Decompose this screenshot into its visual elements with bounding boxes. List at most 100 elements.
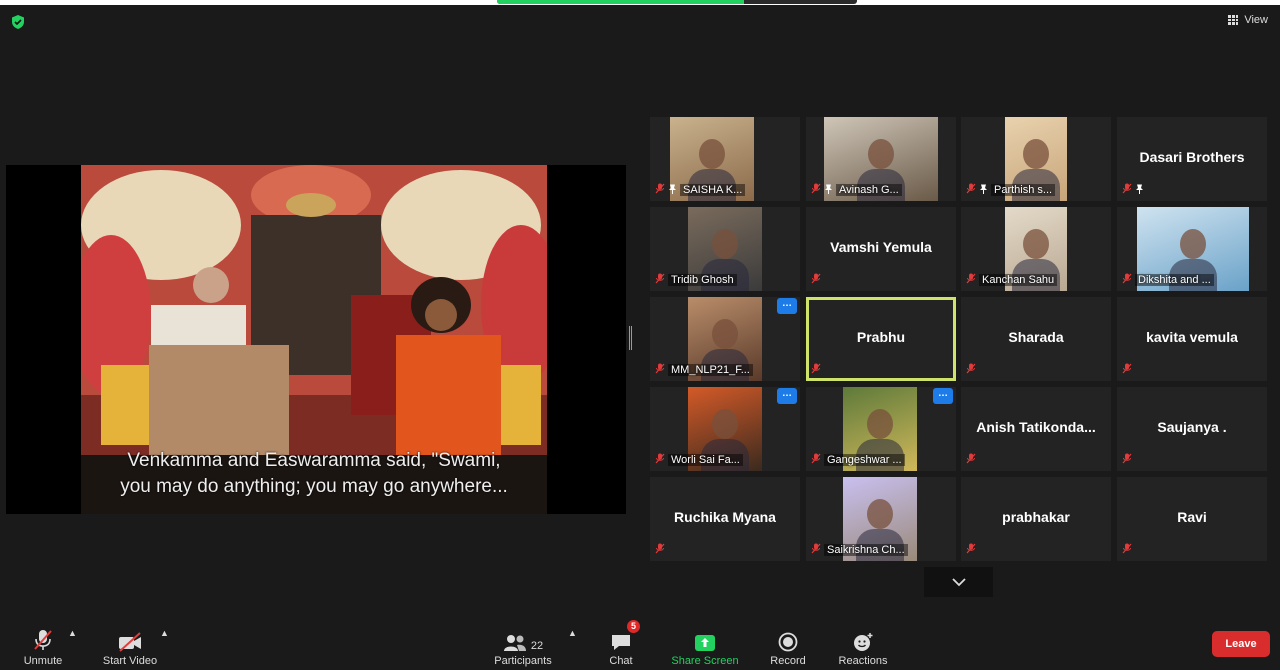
mic-off-icon: [655, 363, 665, 377]
participant-name-label: Tridib Ghosh: [668, 274, 737, 286]
participant-tile[interactable]: Avinash G...: [806, 117, 956, 201]
chevron-down-icon: [951, 577, 966, 586]
participant-face: [867, 409, 893, 439]
participant-tile[interactable]: Saikrishna Ch...: [806, 477, 956, 561]
participant-display-name: Saujanya .: [1157, 419, 1227, 435]
participant-name-label: Dikshita and ...: [1135, 274, 1214, 286]
mic-off-icon: [1122, 453, 1132, 467]
participant-tile[interactable]: Tridib Ghosh: [650, 207, 800, 291]
pin-icon: [668, 184, 677, 197]
participant-status-bar: [655, 543, 665, 557]
participant-name-label: Parthish s...: [991, 184, 1056, 196]
participants-options-caret[interactable]: ▲: [568, 628, 577, 638]
participant-face: [712, 319, 738, 349]
gallery-next-page-button[interactable]: [924, 567, 993, 597]
participant-display-name: Sharada: [1008, 329, 1064, 345]
participants-count: 22: [530, 640, 544, 652]
mic-off-icon: [811, 363, 821, 377]
mic-off-icon: [811, 543, 821, 557]
mic-off-icon: [966, 183, 976, 197]
participant-status-bar: [1122, 183, 1144, 197]
more-icon[interactable]: …: [777, 388, 797, 404]
participant-tile[interactable]: Ravi: [1117, 477, 1267, 561]
participant-tile[interactable]: Kanchan Sahu: [961, 207, 1111, 291]
participant-status-bar: [811, 363, 821, 377]
participant-status-bar: Avinash G...: [811, 183, 902, 197]
start-video-button[interactable]: Start Video: [90, 622, 170, 667]
participant-display-name: Vamshi Yemula: [830, 239, 932, 255]
participant-face: [1023, 229, 1049, 259]
mic-off-icon: [811, 273, 821, 287]
participant-name-label: MM_NLP21_F...: [668, 364, 753, 376]
participant-tile[interactable]: Prabhu: [806, 297, 956, 381]
mic-off-icon: [1122, 543, 1132, 557]
participant-status-bar: SAISHA K...: [655, 183, 746, 197]
reactions-button[interactable]: Reactions: [823, 622, 903, 667]
participant-tile[interactable]: Dikshita and ...: [1117, 207, 1267, 291]
record-button[interactable]: Record: [748, 622, 828, 667]
mic-off-icon: [966, 273, 976, 287]
video-subtitle: Venkamma and Easwaramma said, "Swami, yo…: [81, 448, 547, 500]
leave-button[interactable]: Leave: [1212, 631, 1270, 657]
participant-tile[interactable]: Ruchika Myana: [650, 477, 800, 561]
participant-tile[interactable]: Parthish s...: [961, 117, 1111, 201]
chat-label: Chat: [609, 655, 633, 667]
participant-display-name: kavita vemula: [1146, 329, 1238, 345]
participant-tile[interactable]: SAISHA K...: [650, 117, 800, 201]
mic-off-icon: [1122, 363, 1132, 377]
participant-tile[interactable]: kavita vemula: [1117, 297, 1267, 381]
participant-tile[interactable]: Worli Sai Fa...…: [650, 387, 800, 471]
start-video-label: Start Video: [102, 655, 158, 667]
participant-face: [1180, 229, 1206, 259]
participant-status-bar: Tridib Ghosh: [655, 273, 737, 287]
participant-display-name: prabhakar: [1002, 509, 1070, 525]
pin-icon: [824, 184, 833, 197]
shared-screen[interactable]: Venkamma and Easwaramma said, "Swami, yo…: [6, 165, 626, 514]
participant-tile[interactable]: Vamshi Yemula: [806, 207, 956, 291]
participant-status-bar: [966, 543, 976, 557]
participant-tile[interactable]: Anish Tatikonda...: [961, 387, 1111, 471]
view-label: View: [1244, 14, 1268, 26]
reactions-icon: [854, 633, 873, 651]
participant-name-label: Avinash G...: [836, 184, 902, 196]
participant-status-bar: [1122, 453, 1132, 467]
shield-icon[interactable]: [10, 14, 26, 30]
participant-status-bar: Dikshita and ...: [1122, 273, 1214, 287]
mic-off-icon: [966, 453, 976, 467]
chat-button[interactable]: 5 Chat: [581, 620, 661, 667]
participant-face: [867, 499, 893, 529]
participant-name-label: Gangeshwar ...: [824, 454, 905, 466]
mic-off-icon: [655, 183, 665, 197]
participant-display-name: Prabhu: [856, 329, 906, 345]
mic-off-icon: [1122, 273, 1132, 287]
participants-button[interactable]: 22 Participants: [483, 622, 563, 667]
view-button[interactable]: View: [1228, 14, 1268, 26]
participant-display-name: Dasari Brothers: [1139, 149, 1245, 165]
video-options-caret[interactable]: ▲: [160, 628, 169, 638]
participant-status-bar: MM_NLP21_F...: [655, 363, 753, 377]
participant-name-label: Saikrishna Ch...: [824, 544, 908, 556]
video-off-icon: [119, 632, 141, 652]
participant-tile[interactable]: prabhakar: [961, 477, 1111, 561]
share-screen-button[interactable]: Share Screen: [665, 622, 745, 667]
participant-status-bar: [811, 273, 821, 287]
shared-video-frame: Venkamma and Easwaramma said, "Swami, yo…: [81, 165, 547, 514]
participant-status-bar: Kanchan Sahu: [966, 273, 1058, 287]
participant-status-bar: Saikrishna Ch...: [811, 543, 908, 557]
participant-tile[interactable]: Gangeshwar ... …: [806, 387, 956, 471]
audio-options-caret[interactable]: ▲: [68, 628, 77, 638]
record-label: Record: [770, 655, 806, 667]
subtitle-line-2: you may do anything; you may go anywhere…: [120, 476, 508, 497]
more-icon[interactable]: …: [933, 388, 953, 404]
participant-tile[interactable]: MM_NLP21_F... …: [650, 297, 800, 381]
panel-resize-handle[interactable]: [629, 326, 632, 350]
top-strip: [0, 0, 1280, 5]
more-icon[interactable]: …: [777, 298, 797, 314]
mic-off-icon: [811, 183, 821, 197]
participant-tile[interactable]: Dasari Brothers: [1117, 117, 1267, 201]
participant-tile[interactable]: Sharada: [961, 297, 1111, 381]
participant-name-label: SAISHA K...: [680, 184, 746, 196]
participant-display-name: Ravi: [1177, 509, 1207, 525]
participant-face: [868, 139, 894, 169]
participant-tile[interactable]: Saujanya .: [1117, 387, 1267, 471]
